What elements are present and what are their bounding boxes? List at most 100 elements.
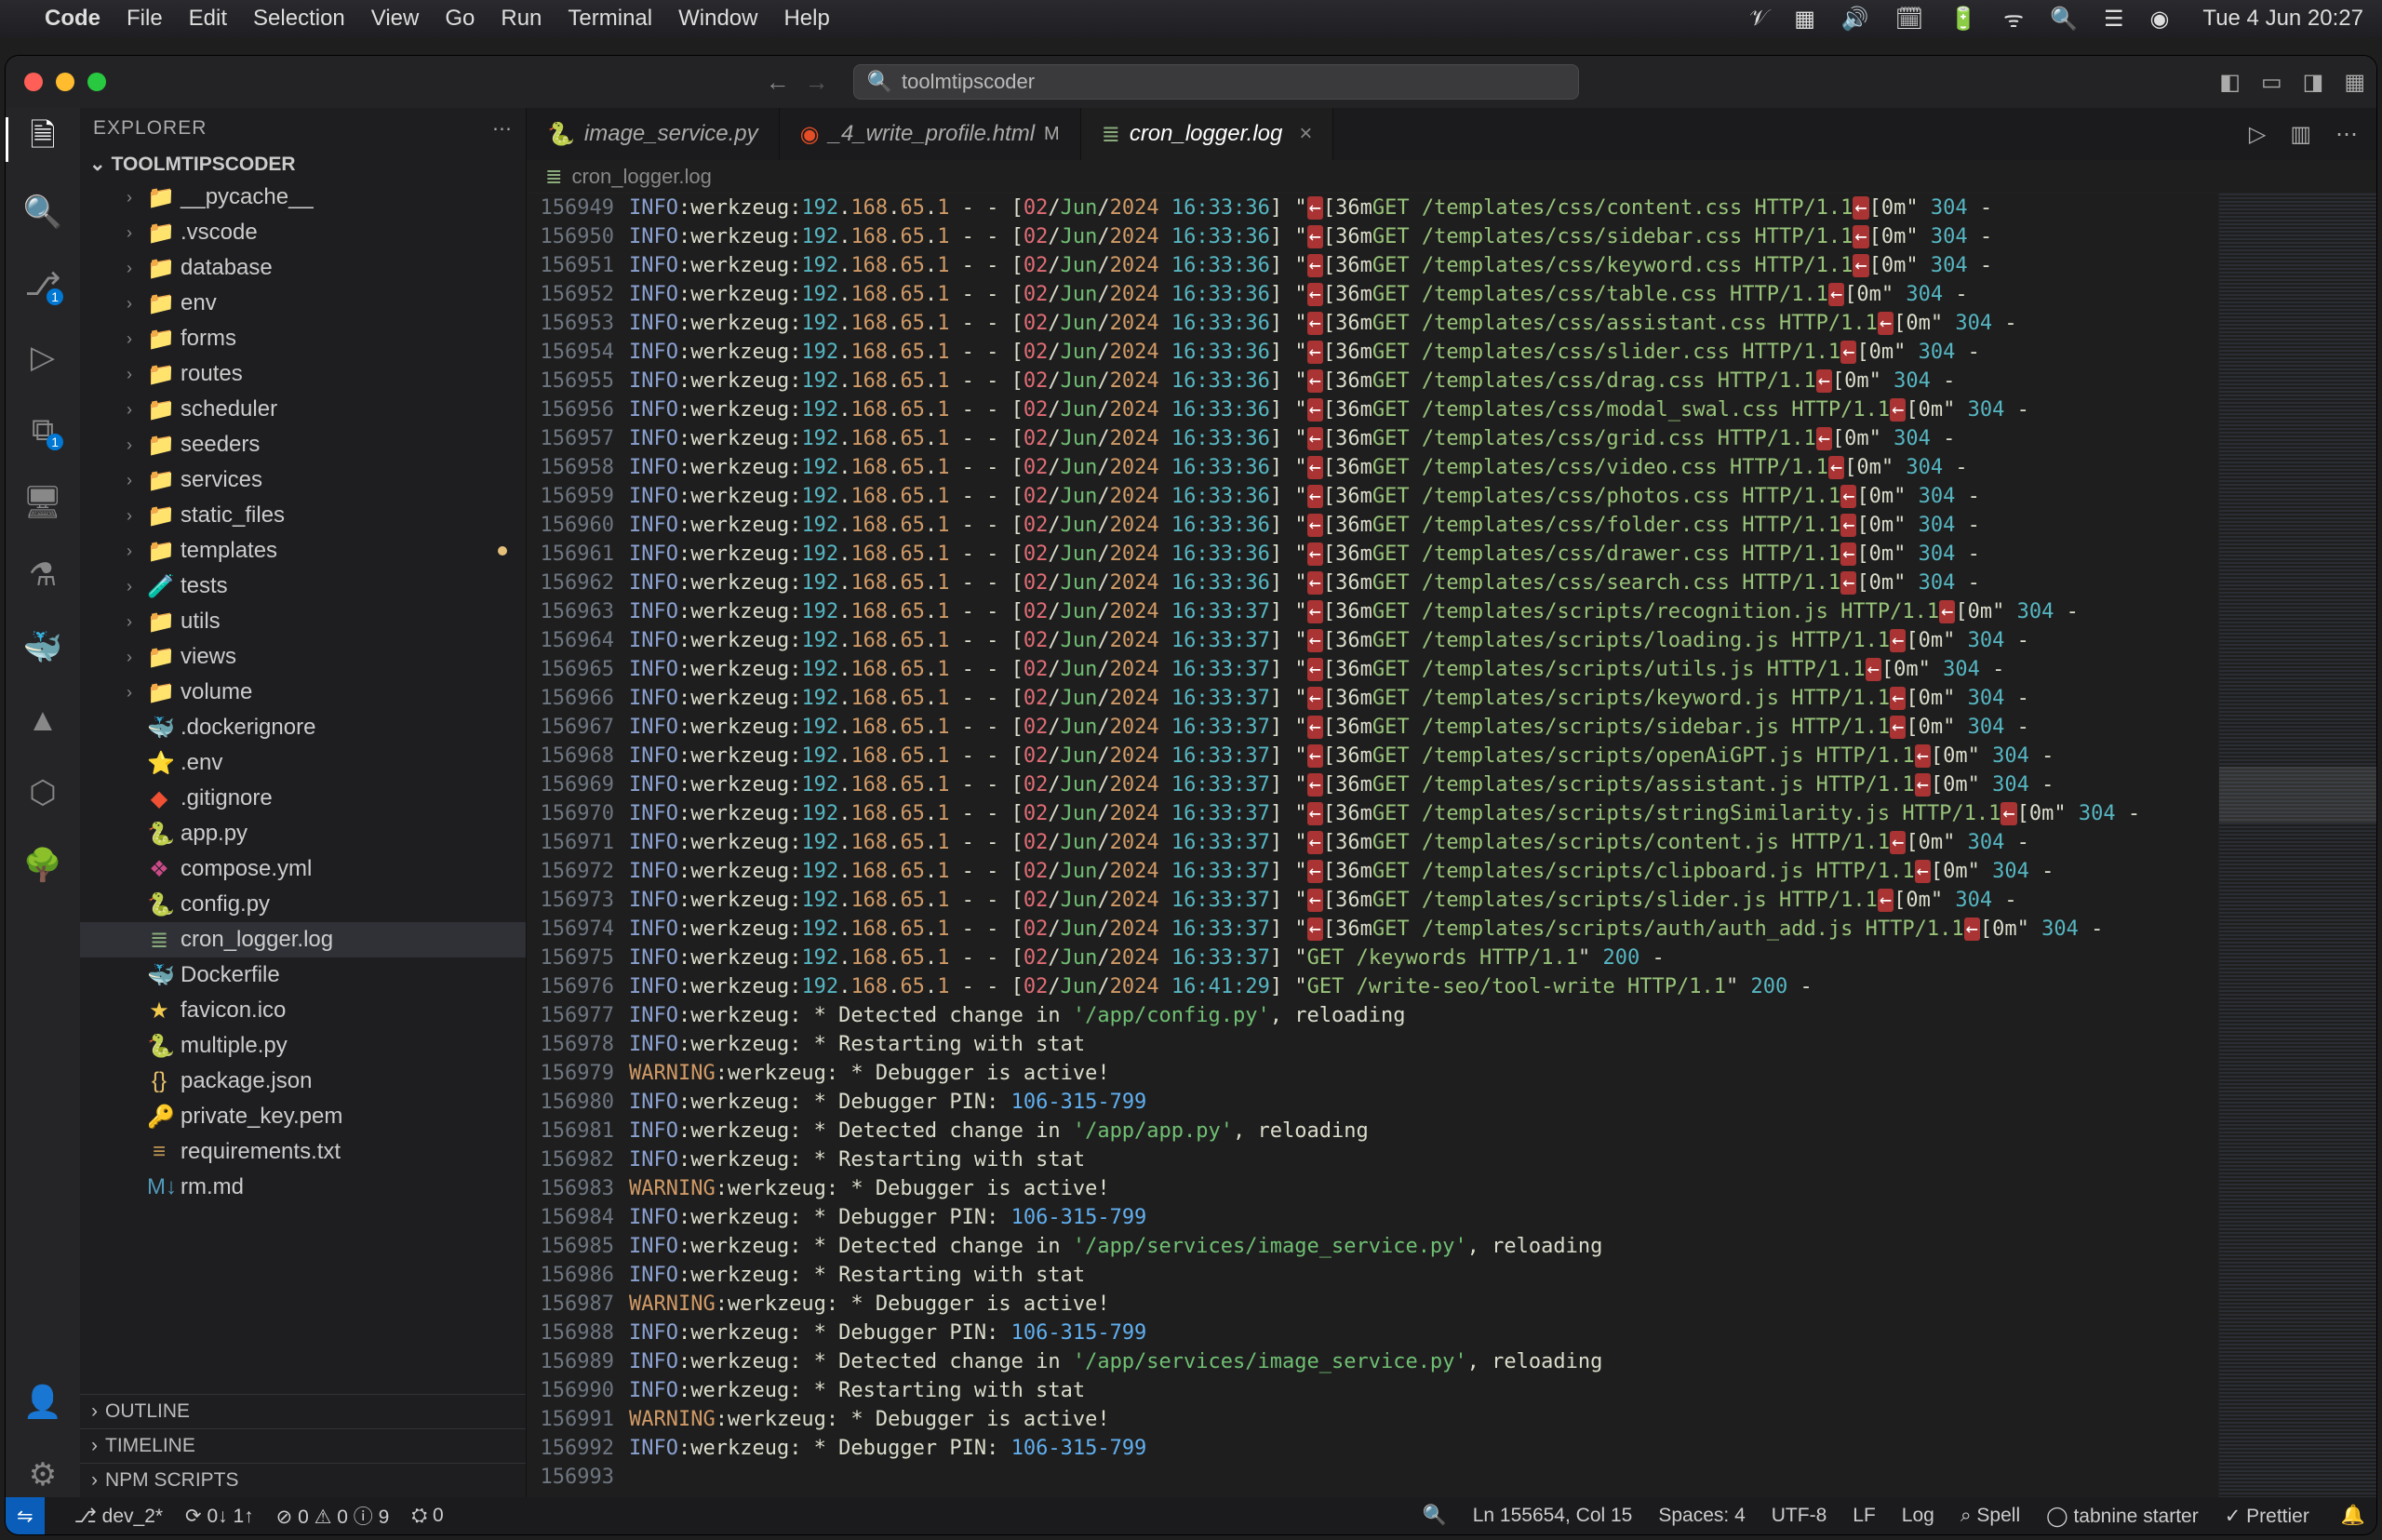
project-section-header[interactable]: ⌄ TOOLMTIPSCODER (80, 149, 526, 180)
folder-templates[interactable]: ›📁templates (80, 533, 526, 569)
close-window-button[interactable] (24, 73, 43, 91)
run-icon[interactable]: ▷ (2249, 121, 2266, 148)
eol[interactable]: LF (1853, 1505, 1876, 1527)
problems[interactable]: ⊘ 0 ⚠ 0 ⓘ 9 (276, 1502, 390, 1530)
notifications-icon[interactable]: 🔔 (2341, 1505, 2365, 1527)
explorer-more-icon[interactable]: ⋯ (492, 117, 513, 141)
layout-panel-icon[interactable]: ▭ (2261, 69, 2282, 96)
folder-static-files[interactable]: ›📁static_files (80, 498, 526, 533)
close-tab-icon[interactable]: × (1299, 121, 1312, 147)
folder-tests[interactable]: ›🧪tests (80, 569, 526, 604)
folder--vscode[interactable]: ›📁.vscode (80, 215, 526, 250)
volume-icon[interactable]: 🔊 (1841, 6, 1869, 33)
folder-views[interactable]: ›📁views (80, 639, 526, 675)
file-config-py[interactable]: 🐍config.py (80, 887, 526, 922)
language-mode[interactable]: Log (1902, 1505, 1934, 1527)
file--env[interactable]: ⭐.env (80, 745, 526, 781)
file-app-py[interactable]: 🐍app.py (80, 816, 526, 851)
file-cron-logger-log[interactable]: ≣cron_logger.log (80, 922, 526, 957)
folder-database[interactable]: ›📁database (80, 250, 526, 286)
minimize-window-button[interactable] (56, 73, 74, 91)
wifi-icon[interactable]: ᯤ (2003, 4, 2024, 34)
remote-indicator[interactable]: ⇋ (6, 1497, 45, 1534)
date-icon[interactable]: 🗓 (1895, 6, 1923, 33)
file--gitignore[interactable]: ◆.gitignore (80, 781, 526, 816)
folder-scheduler[interactable]: ›📁scheduler (80, 392, 526, 427)
spell-check[interactable]: ⌕ Spell (1960, 1505, 2020, 1527)
folder-routes[interactable]: ›📁routes (80, 356, 526, 392)
file-rm-md[interactable]: M↓rm.md (80, 1170, 526, 1205)
prettier[interactable]: ✓ Prettier (2225, 1505, 2309, 1528)
activity-settings-icon[interactable]: ⚙ (20, 1453, 65, 1497)
activity-cube-icon[interactable]: ⬡ (20, 770, 65, 815)
sidebar-section-outline[interactable]: › OUTLINE (80, 1394, 526, 1428)
battery-icon[interactable]: 🔋 (1949, 6, 1977, 33)
folder-forms[interactable]: ›📁forms (80, 321, 526, 356)
tabnine[interactable]: ◯ tabnine starter (2046, 1505, 2199, 1528)
folder---pycache--[interactable]: ›📁__pycache__ (80, 180, 526, 215)
git-sync[interactable]: ⟳ 0↓ 1↑ (185, 1505, 254, 1528)
activity-search-icon[interactable]: 🔍 (20, 190, 65, 234)
display-icon[interactable]: ▦ (1794, 6, 1815, 33)
file-tree[interactable]: ›📁__pycache__›📁.vscode›📁database›📁env›📁f… (80, 180, 526, 1394)
encoding[interactable]: UTF-8 (1772, 1505, 1827, 1527)
nav-back-icon[interactable]: ← (766, 68, 790, 97)
indentation[interactable]: Spaces: 4 (1658, 1505, 1745, 1527)
file-compose-yml[interactable]: ❖compose.yml (80, 851, 526, 887)
editor-content[interactable]: INFO:werkzeug:192.168.65.1 - - [02/Jun/2… (629, 194, 2218, 1497)
git-branch[interactable]: ⎇ dev_2* (74, 1505, 163, 1528)
file-multiple-py[interactable]: 🐍multiple.py (80, 1028, 526, 1064)
macos-menu-go[interactable]: Go (445, 6, 475, 31)
notion-icon[interactable]: 𝒱 (1749, 6, 1768, 32)
clock[interactable]: Tue 4 Jun 20:27 (2202, 6, 2363, 32)
macos-menu-run[interactable]: Run (501, 6, 542, 31)
activity-explorer-icon[interactable]: 🗎 (20, 117, 65, 162)
cursor-position[interactable]: Ln 155654, Col 15 (1473, 1505, 1633, 1527)
file-dockerfile[interactable]: 🐳Dockerfile (80, 957, 526, 993)
file-requirements-txt[interactable]: ≡requirements.txt (80, 1134, 526, 1170)
activity-testing-icon[interactable]: ⚗ (20, 553, 65, 597)
tab-cron-logger-log[interactable]: ≣cron_logger.log× (1081, 108, 1334, 160)
activity-account-icon[interactable]: 👤 (20, 1380, 65, 1425)
spotlight-icon[interactable]: 🔍 (2050, 6, 2078, 33)
minimap[interactable] (2218, 194, 2376, 1497)
activity-remote-icon[interactable]: 🖥 (20, 480, 65, 525)
siri-icon[interactable]: ◉ (2149, 6, 2169, 33)
breadcrumb[interactable]: ≣ cron_logger.log (527, 160, 2376, 194)
control-center-icon[interactable]: ☰ (2104, 6, 2124, 33)
layout-customize-icon[interactable]: ▦ (2344, 69, 2365, 96)
activity-azure-icon[interactable]: ▲ (20, 698, 65, 743)
file-favicon-ico[interactable]: ★favicon.ico (80, 993, 526, 1028)
folder-utils[interactable]: ›📁utils (80, 604, 526, 639)
activity-scm-icon[interactable]: ⎇1 (20, 262, 65, 307)
folder-services[interactable]: ›📁services (80, 462, 526, 498)
activity-debug-icon[interactable]: ▷ (20, 335, 65, 380)
tab--4-write-profile-html[interactable]: ◉_4_write_profile.htmlM (780, 108, 1081, 160)
folder-volume[interactable]: ›📁volume (80, 675, 526, 710)
zoom-icon[interactable]: 🔍 (1423, 1505, 1447, 1527)
command-center[interactable]: 🔍 toolmtipscoder (853, 64, 1579, 100)
macos-menu-edit[interactable]: Edit (189, 6, 227, 31)
macos-menu-file[interactable]: File (127, 6, 163, 31)
split-editor-icon[interactable]: ▥ (2290, 121, 2311, 148)
zoom-window-button[interactable] (87, 73, 106, 91)
macos-menu-terminal[interactable]: Terminal (568, 6, 652, 31)
macos-menu-selection[interactable]: Selection (253, 6, 345, 31)
folder-env[interactable]: ›📁env (80, 286, 526, 321)
sidebar-section-timeline[interactable]: › TIMELINE (80, 1428, 526, 1463)
nav-forward-icon[interactable]: → (805, 68, 829, 97)
activity-docker-icon[interactable]: 🐳 (20, 625, 65, 670)
tab-image-service-py[interactable]: 🐍image_service.py (527, 108, 780, 160)
activity-extensions-icon[interactable]: ⧉1 (20, 408, 65, 452)
layout-secondary-icon[interactable]: ◨ (2303, 69, 2324, 96)
macos-menu-view[interactable]: View (371, 6, 420, 31)
app-name[interactable]: Code (45, 6, 100, 32)
file-package-json[interactable]: {}package.json (80, 1064, 526, 1099)
file-private-key-pem[interactable]: 🔑private_key.pem (80, 1099, 526, 1134)
tab-more-icon[interactable]: ⋯ (2335, 121, 2358, 148)
activity-tree-icon[interactable]: 🌳 (20, 843, 65, 888)
sidebar-section-npm-scripts[interactable]: › NPM SCRIPTS (80, 1463, 526, 1497)
layout-primary-icon[interactable]: ◧ (2219, 69, 2241, 96)
ports[interactable]: ⛭ 0 (411, 1505, 443, 1527)
folder-seeders[interactable]: ›📁seeders (80, 427, 526, 462)
